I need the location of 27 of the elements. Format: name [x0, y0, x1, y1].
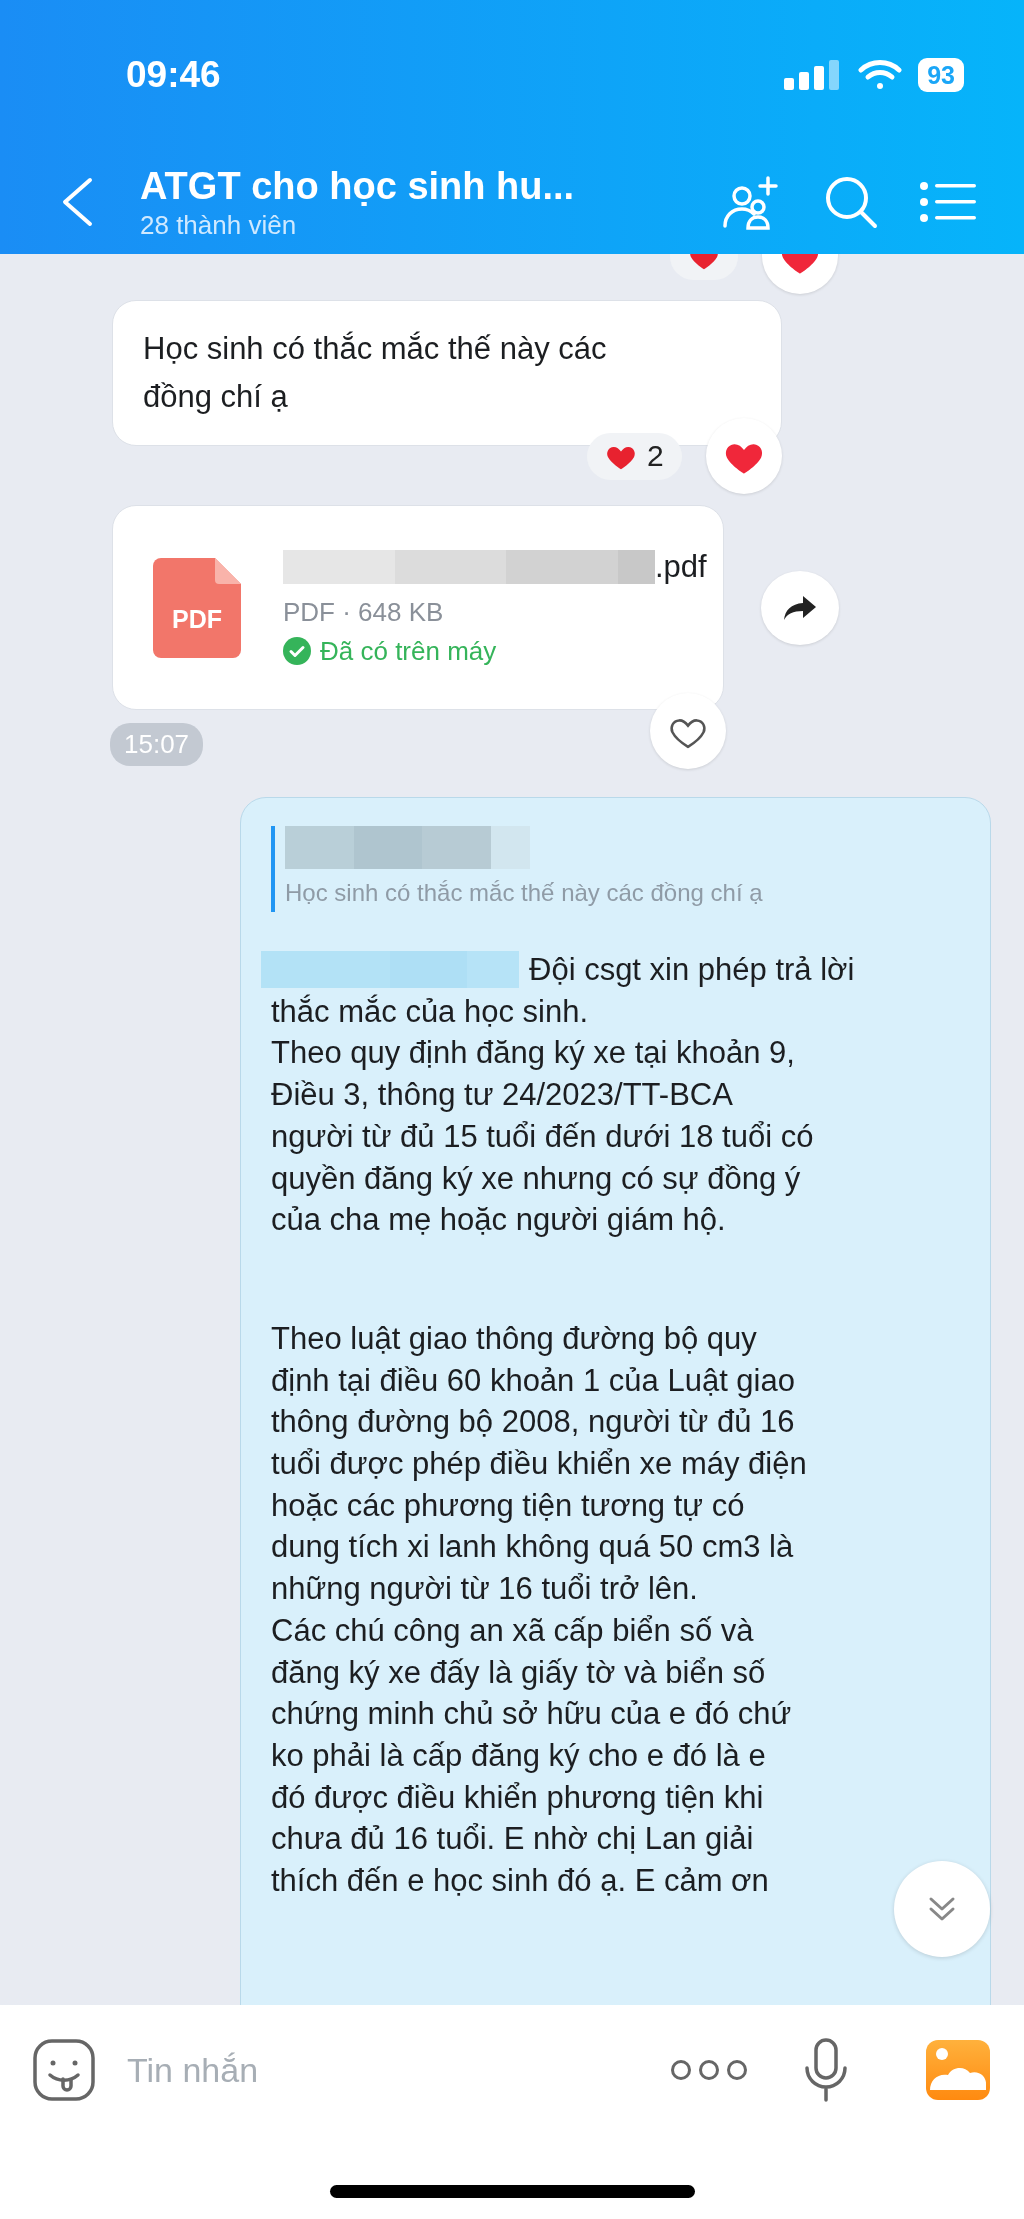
message-input[interactable]: Tin nhắn [127, 2050, 638, 2090]
quoted-message: Học sinh có thắc mắc thế này các đồng chí ạ [285, 879, 764, 907]
pdf-file-icon: PDF [153, 557, 241, 658]
file-extension: .pdf [655, 548, 707, 585]
sticker-icon[interactable] [33, 2039, 95, 2101]
microphone-icon[interactable] [804, 2038, 848, 2102]
file-card[interactable]: PDF .pdf PDF · 648 KB Đã có trên máy [112, 505, 724, 710]
wifi-icon [858, 59, 903, 91]
message-text: Đội csgt xin phép trả lời [529, 951, 855, 989]
image-icon[interactable] [926, 2040, 990, 2100]
search-icon[interactable] [824, 175, 878, 229]
back-icon[interactable] [60, 177, 94, 227]
message-text: thắc mắc của học sinh. Theo quy định đăng ký xe tại khoản 9, Điều 3, thông tư 24/2023/TT-BCA người từ đủ 15 tuổi đến dưới 18 tuổi có quyền đăng ký xe nhưng có sự đồng ý của cha mẹ hoặc người giám hộ. [271, 992, 815, 1240]
reaction-count-pill[interactable]: 2 [587, 432, 682, 480]
message-time: 15:07 [110, 723, 204, 766]
check-circle-icon [283, 637, 311, 665]
message-bubble: Học sinh có thắc mắc thế này các đồng chí ạ [112, 300, 782, 446]
battery-level: 93 [918, 58, 964, 92]
file-info: PDF · 648 KB [283, 596, 445, 628]
menu-icon[interactable] [920, 182, 976, 222]
chat-title: ATGT cho học sinh hu... [140, 164, 576, 209]
share-arrow-icon [783, 593, 817, 622]
member-count: 28 thành viên [140, 209, 297, 241]
more-icon[interactable] [670, 2059, 748, 2081]
status-time: 09:46 [126, 54, 221, 96]
message-text: Theo luật giao thông đường bộ quy định tại điều 60 khoản 1 của Luật giao thông đường bộ 2008, người từ đủ 16 tuổi được phép điều khiển xe máy điện hoặc các phương tiện tương tự có dung tích xi lanh không quá 50 cm3 là những người từ 16 tuổi trở lên. Các chú công an xã cấp biển số và đăng ký xe đấy là giấy tờ và biển số chứng minh chủ sở hữu của e đó chứ ko phải là cấp đăng ký cho e đó là e đó được điều khiển phương tiện khi chưa đủ 16 tuổi. E nhờ chị Lan giải thích đến e học sinh đó ạ. E cảm ơn [271, 1319, 808, 1901]
download-status: Đã có trên máy [320, 635, 497, 667]
